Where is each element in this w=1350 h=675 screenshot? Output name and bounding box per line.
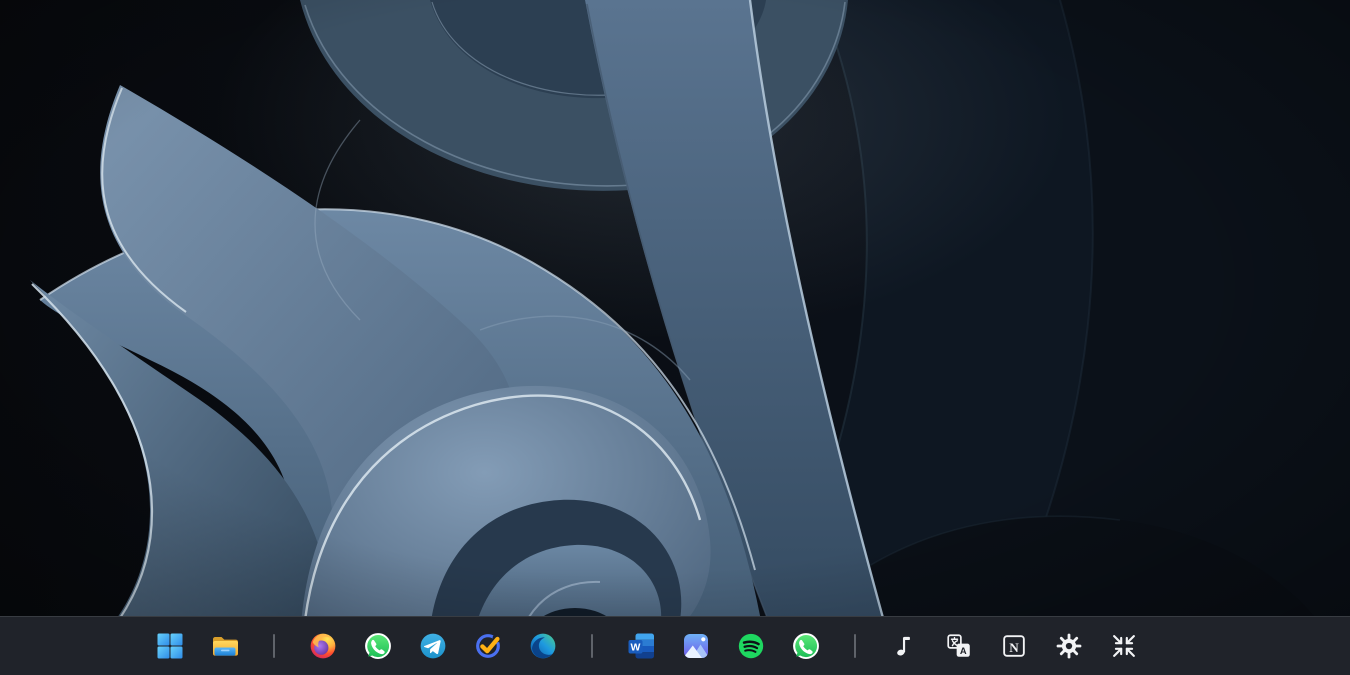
taskbar: W bbox=[0, 616, 1350, 675]
whatsapp-icon bbox=[791, 631, 821, 661]
whatsapp-2-button[interactable] bbox=[786, 626, 826, 666]
word-letter: W bbox=[631, 642, 641, 654]
edge-icon bbox=[528, 631, 558, 661]
settings-gear-button[interactable] bbox=[1049, 626, 1089, 666]
firefox-icon bbox=[308, 631, 338, 661]
firefox-button[interactable] bbox=[303, 626, 343, 666]
notion-button[interactable]: N bbox=[994, 626, 1034, 666]
photos-icon bbox=[680, 630, 712, 662]
music-app-button[interactable] bbox=[884, 626, 924, 666]
word-icon: W bbox=[625, 630, 657, 662]
taskbar-items: W bbox=[150, 626, 1144, 666]
folder-icon bbox=[209, 630, 241, 662]
spotify-button[interactable] bbox=[731, 626, 771, 666]
collapse-arrows-icon bbox=[1109, 631, 1139, 661]
start-button[interactable] bbox=[150, 626, 190, 666]
whatsapp-button[interactable] bbox=[358, 626, 398, 666]
file-explorer-button[interactable] bbox=[205, 626, 245, 666]
photos-button[interactable] bbox=[676, 626, 716, 666]
telegram-button[interactable] bbox=[413, 626, 453, 666]
translate-letter: A bbox=[960, 646, 967, 656]
telegram-icon bbox=[418, 631, 448, 661]
gear-icon bbox=[1054, 631, 1084, 661]
desktop-wallpaper bbox=[0, 0, 1350, 675]
edge-button[interactable] bbox=[523, 626, 563, 666]
notion-icon: N bbox=[999, 631, 1029, 661]
taskbar-separator bbox=[578, 626, 606, 666]
desktop: W bbox=[0, 0, 1350, 675]
ticktick-check-icon bbox=[473, 631, 503, 661]
compress-button[interactable] bbox=[1104, 626, 1144, 666]
spotify-icon bbox=[736, 631, 766, 661]
translate-icon: A bbox=[944, 631, 974, 661]
taskbar-separator bbox=[841, 626, 869, 666]
whatsapp-icon bbox=[363, 631, 393, 661]
word-button[interactable]: W bbox=[621, 626, 661, 666]
taskbar-separator bbox=[260, 626, 288, 666]
notion-letter: N bbox=[1009, 640, 1019, 655]
translate-button[interactable]: A bbox=[939, 626, 979, 666]
music-note-icon bbox=[889, 631, 919, 661]
ticktick-button[interactable] bbox=[468, 626, 508, 666]
windows-start-icon bbox=[154, 630, 186, 662]
